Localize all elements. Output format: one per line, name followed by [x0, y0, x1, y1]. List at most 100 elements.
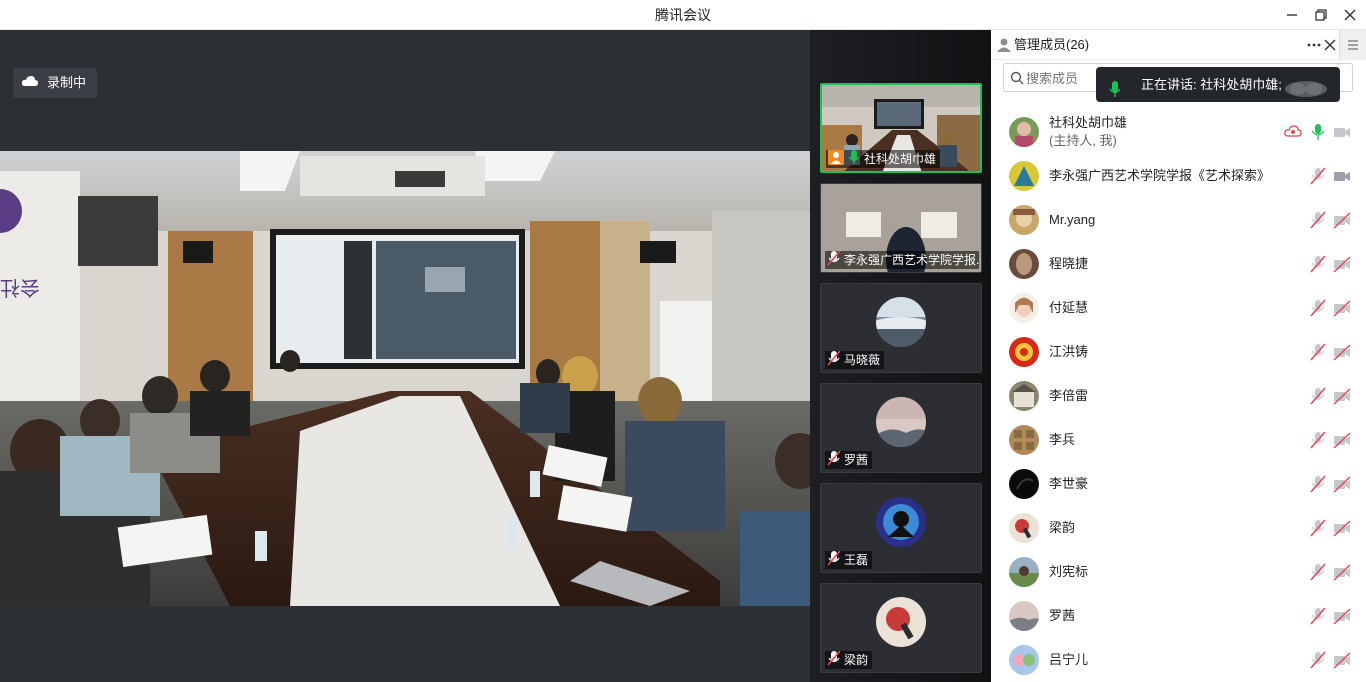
camera-off-icon[interactable]: [1333, 563, 1351, 581]
member-name: 江洪铸: [1049, 344, 1089, 359]
mic-off-icon: [827, 351, 841, 369]
camera-off-icon[interactable]: [1333, 475, 1351, 493]
host-icon: [828, 150, 844, 168]
camera-off-icon[interactable]: [1333, 431, 1351, 449]
avatar: [1009, 601, 1039, 631]
mic-on-icon[interactable]: [1309, 123, 1327, 141]
avatar: [876, 397, 926, 447]
mic-off-icon[interactable]: [1309, 607, 1327, 625]
avatar: [1009, 645, 1039, 675]
thumbnail-tile[interactable]: 罗茜: [820, 383, 982, 473]
close-icon[interactable]: [1338, 3, 1362, 27]
person-icon: [996, 37, 1012, 58]
avatar: [1009, 205, 1039, 235]
thumbnail-name: 社科处胡巾雄: [864, 152, 937, 166]
camera-off-icon[interactable]: [1333, 299, 1351, 317]
avatar: [1009, 381, 1039, 411]
member-name: 梁韵: [1049, 520, 1076, 535]
thumbnail-tile[interactable]: 王磊: [820, 483, 982, 573]
mic-off-icon[interactable]: [1309, 519, 1327, 537]
member-row[interactable]: 李永强广西艺术学院学报《艺术探索》: [991, 154, 1366, 198]
panel-title: 管理成员(26): [1014, 37, 1090, 52]
main-stage: 录制中 会社人文: [0, 30, 810, 682]
avatar: [1009, 161, 1039, 191]
member-name: 李永强广西艺术学院学报《艺术探索》: [1049, 168, 1271, 183]
panel-header: 管理成员(26): [991, 30, 1366, 60]
camera-on-icon[interactable]: [1333, 167, 1351, 185]
member-row[interactable]: 社科处胡巾雄 (主持人, 我): [991, 110, 1366, 154]
avatar: [1009, 425, 1039, 455]
member-name: 社科处胡巾雄: [1049, 115, 1128, 130]
avatar: [1009, 249, 1039, 279]
thumbnail-tile[interactable]: 李永强广西艺术学院学报...: [820, 183, 982, 273]
thumbnail-name-bar: 梁韵: [825, 651, 873, 669]
camera-off-icon[interactable]: [1333, 255, 1351, 273]
restore-icon[interactable]: [1309, 3, 1333, 27]
member-row[interactable]: 江洪铸: [991, 330, 1366, 374]
member-row[interactable]: 刘宪标: [991, 550, 1366, 594]
mic-off-icon: [827, 551, 841, 569]
mic-off-icon[interactable]: [1309, 475, 1327, 493]
member-row[interactable]: 李世豪: [991, 462, 1366, 506]
panel-close-icon[interactable]: [1322, 37, 1338, 58]
thumbnail-name-bar: 马晓薇: [825, 351, 885, 369]
thumbnail-name: 王磊: [844, 553, 869, 567]
camera-off-icon[interactable]: [1333, 607, 1351, 625]
member-panel: 管理成员(26) 正在讲话: 社科处胡巾雄; 社科处胡巾雄 (主持人, 我): [991, 30, 1366, 682]
avatar: [876, 597, 926, 647]
camera-off-icon[interactable]: [1333, 211, 1351, 229]
avatar: [876, 297, 926, 347]
mic-off-icon[interactable]: [1309, 563, 1327, 581]
mic-off-icon[interactable]: [1309, 167, 1327, 185]
mic-off-icon[interactable]: [1309, 651, 1327, 669]
thumbnail-name: 马晓薇: [844, 353, 881, 367]
minimize-icon[interactable]: [1280, 3, 1304, 27]
member-name: 付延慧: [1049, 300, 1089, 315]
mic-off-icon[interactable]: [1309, 299, 1327, 317]
mic-off-icon[interactable]: [1309, 255, 1327, 273]
main-video-feed[interactable]: 会社人文: [0, 151, 810, 606]
member-name: 李世豪: [1049, 476, 1089, 491]
cloud-record-icon: [1284, 123, 1302, 141]
search-icon: [1010, 71, 1024, 90]
camera-off-icon[interactable]: [1333, 123, 1351, 141]
thumbnail-tile[interactable]: 梁韵: [820, 583, 982, 673]
mic-on-icon: [847, 150, 861, 168]
recording-badge[interactable]: 录制中: [13, 68, 98, 98]
avatar: [876, 497, 926, 547]
member-name: Mr.yang: [1049, 212, 1096, 227]
camera-off-icon[interactable]: [1333, 343, 1351, 361]
member-name: 李兵: [1049, 432, 1076, 447]
speaker-avatar-blur: [1284, 76, 1328, 111]
mic-off-icon[interactable]: [1309, 343, 1327, 361]
thumbnail-name-bar: 社科处胡巾雄: [826, 150, 941, 168]
cloud-icon: [21, 68, 39, 98]
recording-label: 录制中: [47, 75, 87, 90]
mic-off-icon: [827, 651, 841, 669]
more-options-icon[interactable]: [1306, 37, 1322, 58]
camera-off-icon[interactable]: [1333, 651, 1351, 669]
thumbnail-name-bar: 李永强广西艺术学院学报...: [825, 251, 979, 269]
thumbnail-tile[interactable]: 社科处胡巾雄: [820, 83, 982, 173]
member-row[interactable]: Mr.yang: [991, 198, 1366, 242]
member-row[interactable]: 李兵: [991, 418, 1366, 462]
member-row[interactable]: 梁韵: [991, 506, 1366, 550]
thumbnail-name-bar: 罗茜: [825, 451, 873, 469]
member-row[interactable]: 程晓捷: [991, 242, 1366, 286]
mic-off-icon[interactable]: [1309, 211, 1327, 229]
mic-off-icon[interactable]: [1309, 431, 1327, 449]
hamburger-icon: [1346, 38, 1360, 57]
camera-off-icon[interactable]: [1333, 519, 1351, 537]
video-thumbnail-strip: 社科处胡巾雄 李永强广西艺术学院学报... 马晓薇 罗茜 王磊 梁韵: [810, 30, 991, 682]
member-row[interactable]: 吕宁儿: [991, 638, 1366, 682]
camera-off-icon[interactable]: [1333, 387, 1351, 405]
speaking-text: 正在讲话: 社科处胡巾雄;: [1141, 77, 1282, 92]
member-row[interactable]: 李倍雷: [991, 374, 1366, 418]
member-row[interactable]: 付延慧: [991, 286, 1366, 330]
thumbnail-tile[interactable]: 马晓薇: [820, 283, 982, 373]
avatar: [1009, 469, 1039, 499]
mic-off-icon[interactable]: [1309, 387, 1327, 405]
panel-menu-button[interactable]: [1339, 30, 1366, 60]
speaking-indicator: 正在讲话: 社科处胡巾雄;: [1096, 67, 1340, 102]
member-row[interactable]: 罗茜: [991, 594, 1366, 638]
